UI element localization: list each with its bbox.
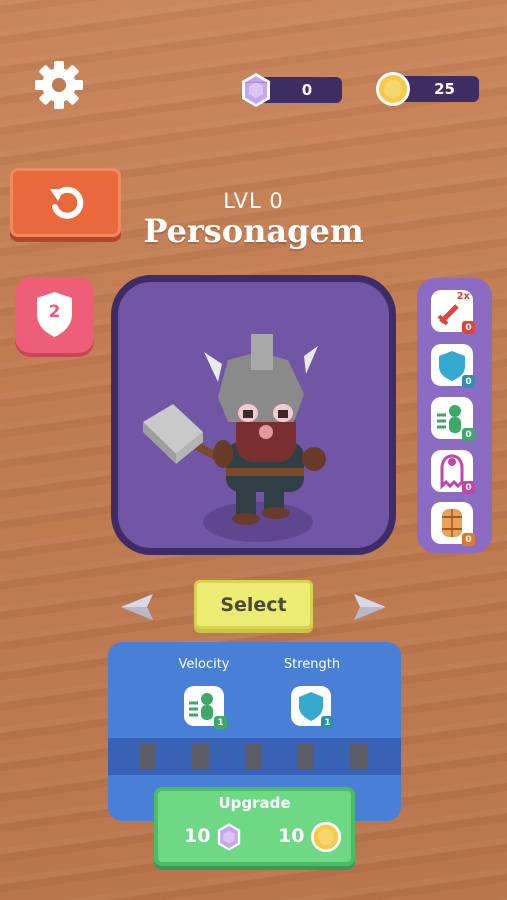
level-label: LVL 0 — [223, 189, 284, 213]
settings-gear-icon[interactable] — [32, 58, 86, 112]
gem-icon — [217, 823, 241, 851]
gem-cost: 10 — [184, 825, 211, 847]
character-preview — [111, 275, 396, 555]
powerup-shield[interactable]: 0 — [431, 344, 475, 388]
velocity-label: Velocity — [178, 657, 230, 672]
armor-value: 2 — [48, 302, 61, 322]
powerup-double-damage[interactable]: 2x 0 — [431, 290, 475, 334]
progress-pip — [297, 743, 314, 770]
next-character-arrow-icon[interactable] — [352, 591, 388, 623]
strength-stat: 1 — [291, 686, 334, 729]
progress-pip — [139, 743, 156, 770]
powerup-ghost[interactable]: 0 — [431, 450, 475, 494]
progress-pip — [245, 743, 262, 770]
upgrade-progress — [108, 738, 401, 775]
powerup-count: 0 — [462, 533, 475, 546]
coin-icon — [375, 71, 411, 107]
powerup-speed[interactable]: 0 — [431, 397, 475, 441]
coin-icon — [310, 821, 342, 853]
powerup-count: 0 — [462, 375, 475, 388]
powerup-count: 0 — [462, 428, 475, 441]
viking-character — [143, 334, 326, 542]
powerup-multiplier: 2x — [456, 291, 470, 302]
gem-icon — [236, 70, 276, 110]
strength-level: 1 — [321, 716, 334, 729]
powerup-count: 0 — [462, 481, 475, 494]
coin-count: 25 — [434, 80, 455, 98]
strength-label: Strength — [283, 657, 341, 672]
progress-pip — [192, 743, 209, 770]
page-title: Personagem — [143, 212, 364, 250]
armor-badge[interactable]: 2 — [15, 277, 94, 353]
powerups-panel: 2x 0 0 0 0 0 — [417, 278, 492, 553]
velocity-level: 1 — [214, 716, 227, 729]
velocity-stat: 1 — [184, 686, 227, 729]
powerup-barrel[interactable]: 0 — [431, 502, 475, 546]
select-button[interactable]: Select — [194, 580, 313, 629]
progress-pip — [350, 743, 367, 770]
previous-character-arrow-icon[interactable] — [119, 591, 155, 623]
upgrade-label: Upgrade — [218, 794, 291, 812]
upgrade-button[interactable]: Upgrade 10 10 — [154, 787, 355, 866]
powerup-count: 0 — [462, 321, 475, 334]
coin-cost: 10 — [278, 825, 305, 847]
gem-count: 0 — [301, 81, 313, 99]
